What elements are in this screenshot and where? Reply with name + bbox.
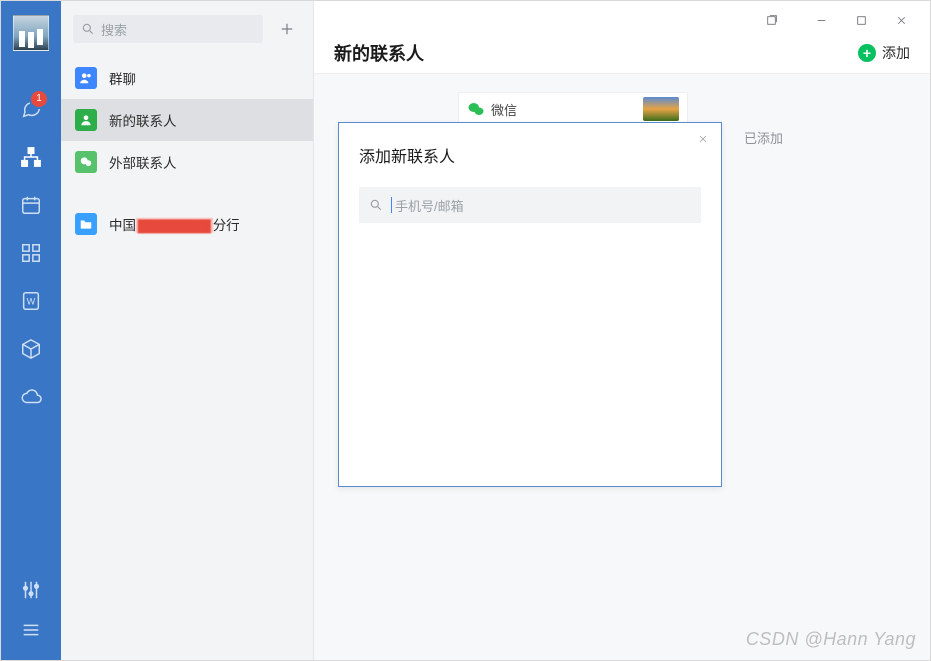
maximize-icon <box>855 14 868 27</box>
main-panel: 新的联系人 + 添加 微信 已添加 添加新联系人 <box>314 1 930 660</box>
add-button-label: 添加 <box>882 43 910 63</box>
box-icon <box>20 338 42 360</box>
minimize-button[interactable] <box>802 6 840 34</box>
dialog-search-input[interactable]: 手机号/邮箱 <box>359 187 701 223</box>
contacts-sidebar: 搜索 群聊 新的联系人 外部联系人 <box>61 1 314 660</box>
add-button[interactable]: + 添加 <box>858 43 910 63</box>
rail-calendar[interactable] <box>1 181 61 229</box>
close-icon <box>895 14 908 27</box>
dialog-title: 添加新联系人 <box>339 123 721 179</box>
avatar[interactable] <box>13 15 49 51</box>
search-placeholder: 搜索 <box>101 20 127 39</box>
menu-icon <box>20 619 42 641</box>
popout-button[interactable] <box>752 6 790 34</box>
org-icon <box>20 146 42 168</box>
grid-icon <box>20 242 42 264</box>
maximize-button[interactable] <box>842 6 880 34</box>
wechat-icon <box>467 100 485 118</box>
sidebar-item-new-contacts[interactable]: 新的联系人 <box>61 99 313 141</box>
popout-icon <box>765 14 778 27</box>
sidebar-item-label: 中国▇▇▇▇▇▇▇分行 <box>109 214 240 234</box>
search-icon <box>81 22 95 36</box>
add-contact-button[interactable] <box>273 15 301 43</box>
plus-icon <box>278 20 296 38</box>
rail-apps[interactable] <box>1 229 61 277</box>
rail-box[interactable] <box>1 325 61 373</box>
close-button[interactable] <box>882 6 920 34</box>
add-contact-dialog: 添加新联系人 手机号/邮箱 <box>338 122 722 487</box>
person-icon <box>75 109 97 131</box>
page-title: 新的联系人 <box>334 40 424 66</box>
group-icon <box>75 67 97 89</box>
nav-rail: 1 W <box>1 1 61 660</box>
rail-settings[interactable] <box>1 570 61 610</box>
svg-text:W: W <box>27 297 36 307</box>
contacts-list: 群聊 新的联系人 外部联系人 中国▇▇▇▇▇▇▇分行 <box>61 57 313 660</box>
content-area: 微信 已添加 添加新联系人 手机号/邮箱 <box>314 73 930 660</box>
chat-badge: 1 <box>29 89 49 109</box>
rail-cloud[interactable] <box>1 373 61 421</box>
cloud-icon <box>20 386 42 408</box>
wechat-icon <box>75 151 97 173</box>
contact-thumb <box>643 97 679 121</box>
sidebar-item-org-folder[interactable]: 中国▇▇▇▇▇▇▇分行 <box>61 203 313 245</box>
rail-docs[interactable]: W <box>1 277 61 325</box>
dialog-search-placeholder: 手机号/邮箱 <box>395 196 464 215</box>
sidebar-item-external-contacts[interactable]: 外部联系人 <box>61 141 313 183</box>
sidebar-item-label: 新的联系人 <box>109 110 177 130</box>
plus-circle-icon: + <box>858 44 876 62</box>
contact-name: 微信 <box>491 100 517 119</box>
rail-contacts[interactable] <box>1 133 61 181</box>
search-input[interactable]: 搜索 <box>73 15 263 43</box>
calendar-icon <box>20 194 42 216</box>
folder-icon <box>75 213 97 235</box>
minimize-icon <box>815 14 828 27</box>
status-added: 已添加 <box>744 128 783 147</box>
sliders-icon <box>20 579 42 601</box>
sidebar-item-label: 群聊 <box>109 68 136 88</box>
sidebar-item-label: 外部联系人 <box>109 152 177 172</box>
doc-icon: W <box>20 290 42 312</box>
sidebar-item-group-chat[interactable]: 群聊 <box>61 57 313 99</box>
rail-menu[interactable] <box>1 610 61 650</box>
contact-request-card[interactable]: 微信 <box>458 92 688 126</box>
search-icon <box>369 198 383 212</box>
dialog-close-button[interactable] <box>693 129 713 149</box>
rail-chat[interactable]: 1 <box>1 85 61 133</box>
close-icon <box>697 133 709 145</box>
text-cursor <box>391 197 392 213</box>
